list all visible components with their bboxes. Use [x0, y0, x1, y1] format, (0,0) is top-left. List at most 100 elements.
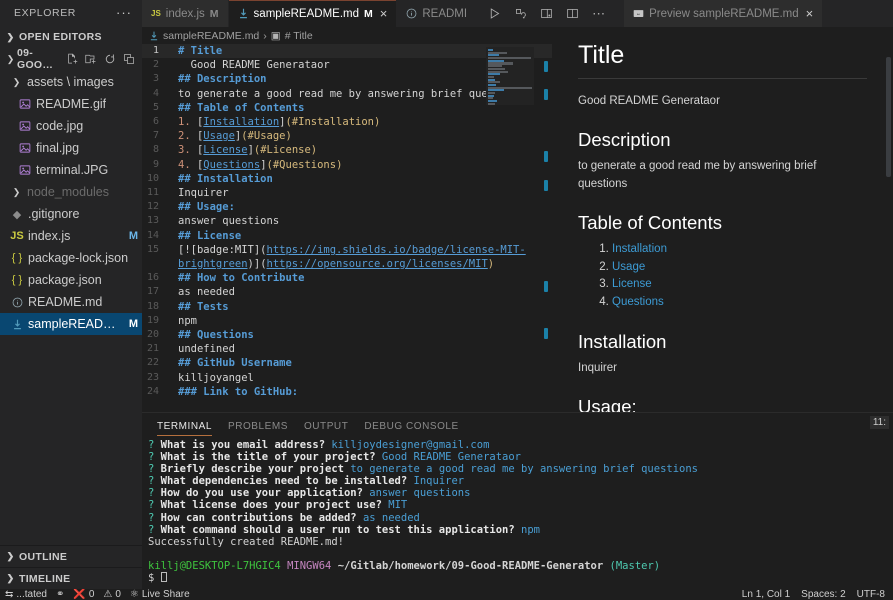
- code-token: ## License: [178, 229, 242, 242]
- status-cursor-position[interactable]: Ln 1, Col 1: [742, 589, 790, 600]
- file-tree-item[interactable]: ❯ assets \ images: [0, 71, 142, 93]
- code-line[interactable]: 6 1. [Installation](#Installation): [142, 115, 552, 129]
- status-live-share[interactable]: ⚛ Live Share: [130, 589, 190, 600]
- open-editors-section[interactable]: ❯ OPEN EDITORS: [0, 26, 142, 48]
- file-tree-item[interactable]: ❯ node_modules: [0, 181, 142, 203]
- run-icon[interactable]: [487, 6, 502, 21]
- info-icon: [10, 297, 24, 308]
- code-line[interactable]: 13 answer questions: [142, 214, 552, 228]
- change-marker: [544, 328, 548, 339]
- tab-index-js[interactable]: JS index.js M: [142, 0, 229, 27]
- prompt-answer: Inquirer: [413, 475, 465, 488]
- timeline-section[interactable]: ❯ TIMELINE: [0, 567, 142, 589]
- new-file-icon[interactable]: [66, 53, 78, 65]
- tab-samplereadme-md[interactable]: sampleREADME.md M ×: [228, 0, 398, 27]
- breadcrumb-file[interactable]: sampleREADME.md: [163, 30, 259, 42]
- tab-readmi[interactable]: READMI: [397, 0, 478, 27]
- status-bar: ⇆ ...tated ⚭ ❌ 0 ⚠ 0 ⚛ Live Share Ln 1, …: [0, 589, 893, 600]
- file-name: README.md: [28, 295, 103, 309]
- terminal-input-line[interactable]: $: [148, 571, 893, 584]
- file-tree-item[interactable]: README.gif: [0, 93, 142, 115]
- toc-link[interactable]: License: [612, 278, 652, 290]
- code-line[interactable]: 21 undefined: [142, 342, 552, 356]
- file-tree-item[interactable]: JS index.js M: [0, 225, 142, 247]
- preview-scrollbar[interactable]: [886, 57, 891, 177]
- file-name: README.gif: [36, 97, 107, 111]
- panel-tab-problems[interactable]: PROBLEMS: [228, 421, 288, 436]
- tab-preview-samplereadme[interactable]: ↔ Preview sampleREADME.md ×: [624, 0, 824, 27]
- close-icon[interactable]: ×: [806, 7, 814, 20]
- code-line[interactable]: 19 npm: [142, 314, 552, 328]
- code-line[interactable]: 9 4. [Questions](#Questions): [142, 158, 552, 172]
- line-number: 12: [146, 201, 159, 213]
- editor-scrollbar[interactable]: [539, 47, 550, 412]
- prompt-question: How can contributions be added?: [160, 511, 357, 524]
- code-line[interactable]: 16 ## How to Contribute: [142, 271, 552, 285]
- line-number: 5: [152, 101, 159, 113]
- code-line[interactable]: 18 ## Tests: [142, 300, 552, 314]
- status-encoding[interactable]: UTF-8: [857, 589, 885, 600]
- new-folder-icon[interactable]: [85, 53, 97, 65]
- refresh-icon[interactable]: [104, 53, 116, 65]
- code-line[interactable]: 24 ### Link to GitHub:: [142, 385, 552, 399]
- panel-tab-output[interactable]: OUTPUT: [304, 421, 348, 436]
- split-preview-icon[interactable]: [513, 6, 528, 21]
- line-number: 8: [152, 144, 159, 156]
- code-line[interactable]: 7 2. [Usage](#Usage): [142, 129, 552, 143]
- line-number: 21: [146, 343, 159, 355]
- file-tree-item[interactable]: terminal.JPG: [0, 159, 142, 181]
- code-token: (#Questions): [266, 158, 343, 171]
- code-line[interactable]: 10 ## Installation: [142, 172, 552, 186]
- close-icon[interactable]: ×: [380, 7, 388, 20]
- markdown-preview[interactable]: Title Good README Generataor Description…: [552, 27, 893, 412]
- code-token: ## Installation: [178, 172, 273, 185]
- file-tree-item[interactable]: { } package.json: [0, 269, 142, 291]
- split-editor-icon[interactable]: [565, 6, 580, 21]
- file-tree-item[interactable]: sampleREADME.md M: [0, 313, 142, 335]
- code-line[interactable]: 15 [![badge:MIT](https://img.shields.io/b…: [142, 243, 552, 271]
- workspace-folder-row[interactable]: ❯ 09-GOO…: [0, 47, 142, 71]
- minimap[interactable]: [486, 47, 534, 105]
- toc-link[interactable]: Questions: [612, 296, 664, 308]
- code-line[interactable]: 17 as needed: [142, 285, 552, 299]
- collapse-all-icon[interactable]: [123, 53, 135, 65]
- prompt-question: How do you use your application?: [160, 487, 363, 500]
- explorer-more-actions-icon[interactable]: ···: [116, 6, 132, 19]
- outline-section[interactable]: ❯ OUTLINE: [0, 545, 142, 567]
- file-tree-item[interactable]: final.jpg: [0, 137, 142, 159]
- status-warnings[interactable]: ⚠ 0: [103, 589, 121, 600]
- toc-link[interactable]: Usage: [612, 261, 645, 273]
- file-tree-item[interactable]: README.md: [0, 291, 142, 313]
- panel-tab-debug-console[interactable]: DEBUG CONSOLE: [364, 421, 458, 436]
- code-line[interactable]: 23 killjoyangel: [142, 371, 552, 385]
- code-line[interactable]: 22 ## GitHub Username: [142, 356, 552, 370]
- status-errors[interactable]: ❌ 0: [73, 589, 94, 600]
- more-actions-icon[interactable]: ⋯: [591, 6, 606, 21]
- code-line[interactable]: 14 ## License: [142, 229, 552, 243]
- status-remote[interactable]: ⇆ ...tated: [5, 589, 47, 600]
- status-bar-left: ⇆ ...tated ⚭ ❌ 0 ⚠ 0 ⚛ Live Share: [0, 589, 190, 600]
- line-number: 15: [146, 243, 159, 255]
- panel-tab-terminal[interactable]: TERMINAL: [157, 421, 212, 436]
- code-text: undefined: [172, 342, 235, 356]
- file-tree-item[interactable]: ◆ .gitignore: [0, 203, 142, 225]
- code-editor[interactable]: sampleREADME.md › ▣ # Title 1 # Title 2 Go…: [142, 27, 552, 412]
- chevron-right-icon: ❯: [6, 573, 15, 583]
- terminal-output[interactable]: ? What is you email address? killjoydesi…: [142, 436, 893, 584]
- git-icon: ◆: [12, 208, 22, 221]
- code-line[interactable]: 12 ## Usage:: [142, 200, 552, 214]
- open-preview-side-icon[interactable]: [539, 6, 554, 21]
- breadcrumb[interactable]: sampleREADME.md › ▣ # Title: [142, 27, 552, 44]
- file-tree-item[interactable]: code.jpg: [0, 115, 142, 137]
- line-number: 7: [152, 130, 159, 142]
- terminal-line: ? What license does your project use? MI…: [148, 499, 893, 511]
- status-branch[interactable]: ⚭: [56, 589, 64, 600]
- terminal-line: Successfully created README.md!: [148, 535, 344, 548]
- code-line[interactable]: 8 3. [License](#License): [142, 143, 552, 157]
- code-line[interactable]: 11 Inquirer: [142, 186, 552, 200]
- file-tree-item[interactable]: { } package-lock.json: [0, 247, 142, 269]
- status-indentation[interactable]: Spaces: 2: [801, 589, 845, 600]
- code-line[interactable]: 20 ## Questions: [142, 328, 552, 342]
- breadcrumb-symbol[interactable]: # Title: [285, 30, 313, 42]
- toc-link[interactable]: Installation: [612, 243, 667, 255]
